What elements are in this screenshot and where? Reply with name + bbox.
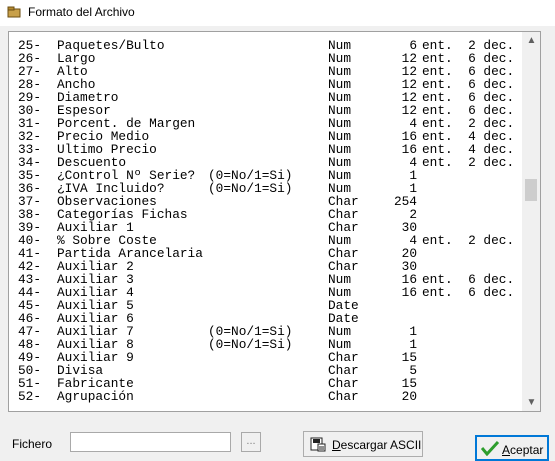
field-decimals: ent. 2 dec. bbox=[422, 155, 515, 170]
browse-file-button[interactable]: ... bbox=[241, 432, 261, 452]
download-ascii-button[interactable]: Descargar ASCII bbox=[303, 431, 423, 457]
field-decimals: ent. 2 dec. bbox=[422, 233, 515, 248]
accept-text: ceptar bbox=[510, 443, 544, 457]
checkmark-icon bbox=[480, 440, 500, 459]
download-ascii-label: Descargar ASCII bbox=[332, 438, 422, 452]
field-format-list-body: 25- Paquetes/Bulto Num 6 ent. 2 dec. 26- Largo… bbox=[18, 39, 522, 405]
field-note: (0=No/1=Si) bbox=[208, 337, 293, 352]
scroll-down-arrow-icon[interactable]: ▼ bbox=[523, 394, 540, 411]
window-title: Formato del Archivo bbox=[28, 5, 135, 19]
vertical-scrollbar[interactable]: ▲ ▼ bbox=[522, 32, 540, 411]
accept-button[interactable]: Aceptar bbox=[475, 435, 549, 461]
field-format-list[interactable]: 25- Paquetes/Bulto Num 6 ent. 2 dec. 26- Largo… bbox=[8, 31, 541, 412]
scrollbar-thumb[interactable] bbox=[525, 179, 537, 201]
fichero-input[interactable] bbox=[70, 432, 231, 452]
field-note: (0=No/1=Si) bbox=[208, 181, 293, 196]
field-length: 20 bbox=[401, 389, 417, 404]
field-length: 16 bbox=[401, 285, 417, 300]
folder-box-icon bbox=[7, 6, 21, 18]
field-decimals: ent. 6 dec. bbox=[422, 285, 515, 300]
download-disk-icon bbox=[310, 436, 326, 455]
download-ascii-text: escargar ASCII bbox=[340, 438, 422, 452]
field-type: Char bbox=[328, 389, 359, 404]
title-bar: Formato del Archivo bbox=[0, 0, 555, 26]
field-name: Agrupación bbox=[57, 389, 134, 404]
accept-label: Aceptar bbox=[502, 443, 544, 457]
scroll-up-arrow-icon[interactable]: ▲ bbox=[523, 32, 540, 49]
table-row[interactable]: 52- Agrupación Char 20 bbox=[18, 390, 522, 403]
fichero-label: Fichero bbox=[12, 437, 53, 451]
field-number: 52- bbox=[18, 389, 42, 404]
